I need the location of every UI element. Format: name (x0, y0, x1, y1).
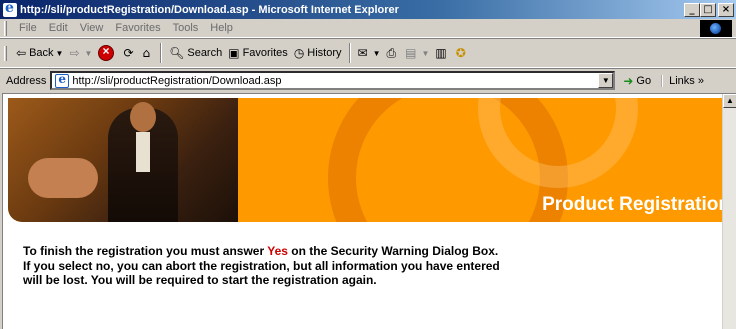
menu-bar: File Edit View Favorites Tools Help (0, 19, 736, 38)
ie-icon (3, 0, 17, 17)
messenger-icon: ✪ (455, 46, 466, 60)
back-arrow-icon: ⇦ (16, 46, 27, 60)
businessman-shirt (136, 132, 150, 172)
toolbar-separator (348, 43, 351, 63)
print-icon: ⎙ (386, 45, 397, 60)
home-button[interactable]: ⌂ (140, 42, 157, 64)
scroll-up-button[interactable]: ▲ (723, 94, 736, 108)
window-title: http://sli/productRegistration/Download.… (20, 3, 399, 16)
refresh-icon: ⟳ (123, 46, 134, 60)
forward-button[interactable]: ⇨ ▼ (66, 42, 95, 64)
stop-icon (98, 44, 115, 61)
businessman-head (130, 102, 156, 132)
messenger-button[interactable]: ✪ (453, 42, 472, 64)
back-label: Back (29, 47, 54, 59)
refresh-button[interactable]: ⟳ (120, 42, 139, 64)
mail-button[interactable]: ✉ ▼ (355, 42, 384, 64)
minimize-button[interactable]: _ (684, 2, 700, 17)
search-icon: 🔍︎ (169, 46, 185, 60)
search-button[interactable]: 🔍︎ Search (166, 42, 225, 64)
vertical-scrollbar[interactable]: ▲ (722, 94, 736, 329)
forward-arrow-icon: ⇨ (69, 46, 80, 60)
close-button[interactable]: × (718, 2, 734, 17)
menu-tools[interactable]: Tools (167, 22, 205, 34)
maximize-button[interactable]: □ (700, 2, 716, 17)
message-text: on the Security Warning Dialog Box. (287, 244, 499, 258)
address-label: Address (6, 74, 47, 87)
page-viewport: Product Registration To finish the regis… (2, 93, 736, 329)
go-arrow-icon: ➜ (623, 73, 634, 88)
ie-throbber-icon (700, 20, 732, 37)
menu-help[interactable]: Help (204, 22, 239, 34)
banner-title: Product Registration (542, 194, 724, 215)
registration-message: To finish the registration you must answ… (23, 244, 623, 288)
mail-dropdown-icon[interactable]: ▼ (373, 49, 381, 58)
stop-button[interactable] (95, 42, 120, 64)
history-label: History (307, 47, 342, 59)
history-button[interactable]: ◷ History (291, 42, 345, 64)
toolbar-separator (160, 43, 163, 63)
favorites-icon: ▣ (228, 46, 240, 60)
message-text: To finish the registration you must answ… (23, 244, 268, 258)
menu-grip (4, 20, 7, 36)
toolbar-grip (4, 45, 7, 61)
product-registration-banner: Product Registration (8, 98, 724, 222)
search-label: Search (187, 47, 223, 59)
forward-dropdown-icon[interactable]: ▼ (85, 49, 93, 58)
discuss-button[interactable]: ▥ (432, 42, 452, 64)
edit-dropdown-icon[interactable]: ▼ (421, 49, 429, 58)
title-bar: http://sli/productRegistration/Download.… (0, 0, 736, 19)
back-button[interactable]: ⇦ Back ▼ (13, 42, 66, 64)
mail-icon: ✉ (357, 46, 368, 60)
handshake-image (28, 158, 98, 198)
edit-button[interactable]: ▤ ▼ (402, 42, 432, 64)
menu-edit[interactable]: Edit (43, 22, 74, 34)
favorites-button[interactable]: ▣ Favorites (225, 42, 291, 64)
history-icon: ◷ (293, 46, 305, 60)
favorites-label: Favorites (242, 47, 288, 59)
menu-file[interactable]: File (13, 22, 43, 34)
yes-highlight: Yes (267, 244, 288, 258)
menu-favorites[interactable]: Favorites (109, 22, 166, 34)
links-button[interactable]: Links » (661, 74, 704, 87)
edit-icon: ▤ (405, 46, 417, 60)
message-line-2: If you select no, you can abort the regi… (23, 258, 500, 273)
page-icon (55, 72, 70, 88)
print-button[interactable]: ⎙ (384, 42, 403, 64)
go-label: Go (636, 74, 652, 87)
address-url[interactable]: http://sli/productRegistration/Download.… (72, 75, 281, 87)
home-icon: ⌂ (142, 46, 151, 60)
address-input[interactable]: http://sli/productRegistration/Download.… (50, 71, 616, 90)
message-line-3: will be lost. You will be required to st… (23, 273, 377, 287)
address-bar: Address http://sli/productRegistration/D… (0, 68, 736, 92)
standard-toolbar: ⇦ Back ▼ ⇨ ▼ ⟳ ⌂ 🔍︎ Search ▣ Favorites ◷… (0, 38, 736, 68)
message-line-1: To finish the registration you must answ… (23, 244, 623, 259)
address-dropdown-icon[interactable]: ▼ (598, 73, 614, 88)
go-button[interactable]: ➜ Go (623, 74, 651, 88)
window-controls: _ □ × (684, 2, 734, 17)
menu-view[interactable]: View (74, 22, 110, 34)
discuss-icon: ▥ (435, 46, 447, 60)
back-dropdown-icon[interactable]: ▼ (56, 49, 64, 58)
